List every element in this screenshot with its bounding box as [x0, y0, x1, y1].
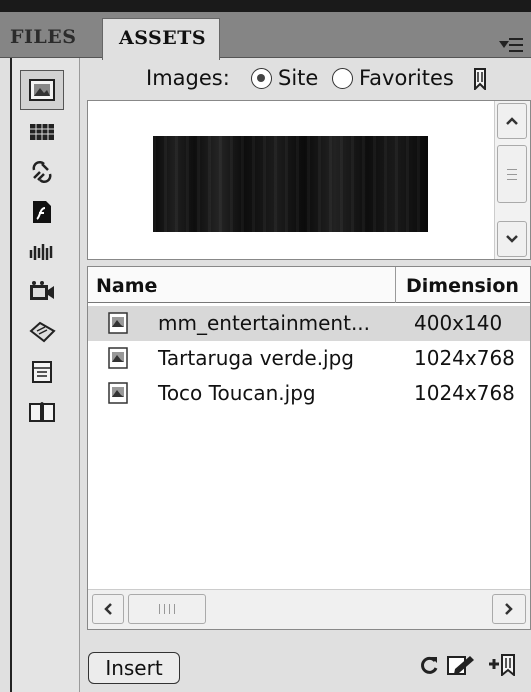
- file-name: mm_entertainment...: [158, 311, 371, 335]
- insert-button[interactable]: Insert: [88, 652, 180, 684]
- scroll-thumb[interactable]: [497, 145, 527, 203]
- column-header-dimensions[interactable]: Dimension: [395, 267, 519, 303]
- asset-category-bar: [10, 58, 80, 692]
- site-radio-label[interactable]: Site: [278, 66, 318, 90]
- file-dimensions: 1024x768: [414, 381, 515, 405]
- list-item[interactable]: Tartaruga verde.jpg 1024x768: [88, 341, 530, 376]
- image-preview: [87, 100, 531, 260]
- chevron-left-icon: [104, 603, 112, 615]
- scripts-icon[interactable]: [20, 312, 64, 352]
- column-header-name[interactable]: Name: [96, 275, 157, 297]
- panel-options-icon[interactable]: [499, 36, 525, 54]
- shockwave-icon[interactable]: [20, 232, 64, 272]
- library-icon[interactable]: [20, 392, 64, 432]
- file-name: Tartaruga verde.jpg: [158, 346, 355, 370]
- panel-footer: Insert: [82, 632, 531, 692]
- scroll-down-button[interactable]: [497, 221, 527, 257]
- scroll-thumb[interactable]: [128, 594, 206, 624]
- file-name: Toco Toucan.jpg: [158, 381, 316, 405]
- list-horizontal-scrollbar[interactable]: [88, 589, 530, 629]
- tab-assets[interactable]: ASSETS: [102, 18, 220, 60]
- chevron-right-icon: [505, 603, 513, 615]
- image-file-icon: [108, 312, 128, 334]
- images-icon[interactable]: [20, 70, 64, 110]
- site-radio[interactable]: [251, 68, 272, 89]
- panel-top-edge: [0, 0, 531, 12]
- file-dimensions: 1024x768: [414, 346, 515, 370]
- list-item[interactable]: Toco Toucan.jpg 1024x768: [88, 376, 530, 411]
- panel-tab-bar: FILES ASSETS: [0, 12, 531, 60]
- images-label: Images:: [146, 66, 230, 90]
- favorites-radio-label[interactable]: Favorites: [359, 66, 454, 90]
- chevron-up-icon: [506, 117, 518, 125]
- colors-icon[interactable]: [20, 112, 64, 152]
- images-filter: Images: Site Favorites: [86, 60, 531, 98]
- preview-scrollbar[interactable]: [494, 101, 530, 259]
- list-item[interactable]: mm_entertainment... 400x140: [88, 306, 530, 341]
- favorites-radio[interactable]: [332, 68, 353, 89]
- asset-list: Name Dimension mm_entertainment... 400x1…: [87, 266, 531, 630]
- tab-files[interactable]: FILES: [10, 18, 100, 58]
- scroll-up-button[interactable]: [497, 103, 527, 139]
- scroll-right-button[interactable]: [492, 594, 526, 624]
- urls-icon[interactable]: [20, 152, 64, 192]
- image-file-icon: [108, 382, 128, 404]
- assets-panel: FILES ASSETS Images: Site Favorites Name…: [0, 0, 531, 692]
- image-file-icon: [108, 347, 128, 369]
- chevron-down-icon: [506, 235, 518, 243]
- bookmark-icon: [474, 68, 486, 90]
- templates-icon[interactable]: [20, 352, 64, 392]
- file-dimensions: 400x140: [414, 311, 503, 335]
- flash-icon[interactable]: [20, 192, 64, 232]
- add-to-favorites-icon[interactable]: [488, 654, 516, 676]
- edit-icon[interactable]: [446, 654, 476, 676]
- list-header: Name Dimension: [88, 267, 530, 303]
- movies-icon[interactable]: [20, 272, 64, 312]
- preview-image: [153, 136, 428, 232]
- scroll-left-button[interactable]: [92, 594, 124, 624]
- refresh-icon[interactable]: [418, 654, 440, 676]
